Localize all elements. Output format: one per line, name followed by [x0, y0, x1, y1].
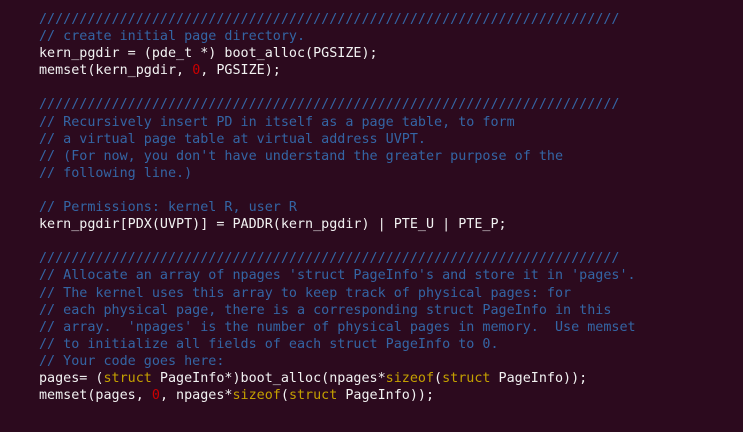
code-line[interactable]: // a virtual page table at virtual addre… — [39, 131, 743, 148]
comment-text: // The kernel uses this array to keep tr… — [39, 285, 572, 301]
keyword-text: struct — [288, 388, 338, 404]
comment-text: ////////////////////////////////////////… — [39, 97, 620, 113]
code-text: pages= ( — [39, 370, 104, 386]
code-line[interactable]: // Recursively insert PD in itself as a … — [39, 114, 743, 131]
code-line[interactable]: // create initial page directory. — [39, 28, 743, 45]
keyword-text: struct — [103, 370, 152, 386]
code-line[interactable] — [39, 182, 743, 199]
code-text: PageInfo)); — [337, 388, 435, 404]
code-line[interactable]: ////////////////////////////////////////… — [39, 250, 743, 267]
code-line[interactable]: // each physical page, there is a corres… — [39, 302, 743, 319]
code-text: PageInfo)); — [490, 370, 588, 386]
comment-text: // Allocate an array of npages 'struct P… — [39, 268, 636, 284]
code-text: kern_pgdir = (pde_t *) boot_alloc(PGSIZE… — [39, 46, 378, 62]
code-line[interactable]: kern_pgdir = (pde_t *) boot_alloc(PGSIZE… — [39, 45, 743, 62]
code-text: , npages* — [159, 388, 233, 404]
code-area[interactable]: ////////////////////////////////////////… — [39, 11, 743, 404]
number-literal: 0 — [151, 388, 160, 404]
code-line[interactable]: kern_pgdir[PDX(UVPT)] = PADDR(kern_pgdir… — [39, 216, 743, 233]
code-line[interactable]: // array. 'npages' is the number of phys… — [39, 319, 743, 336]
code-text: PageInfo*)boot_alloc(npages* — [151, 370, 386, 386]
code-text: , PGSIZE); — [200, 63, 281, 79]
code-line[interactable]: // Your code goes here: — [39, 353, 743, 370]
code-text: memset(kern_pgdir, — [39, 63, 193, 79]
code-line[interactable]: // Permissions: kernel R, user R — [39, 199, 743, 216]
keyword-text: sizeof — [385, 370, 435, 386]
comment-text: // (For now, you don't have understand t… — [39, 148, 564, 164]
comment-text: // array. 'npages' is the number of phys… — [39, 319, 636, 335]
code-line[interactable]: // Allocate an array of npages 'struct P… — [39, 267, 743, 284]
code-line[interactable]: memset(pages, 0, npages*sizeof(struct Pa… — [39, 387, 743, 404]
code-line[interactable]: // following line.) — [39, 165, 743, 182]
comment-text: // each physical page, there is a corres… — [39, 302, 612, 318]
comment-text: // to initialize all fields of each stru… — [39, 336, 499, 352]
code-line[interactable]: ////////////////////////////////////////… — [39, 11, 743, 28]
comment-text: // following line.) — [39, 165, 193, 181]
code-line[interactable]: // The kernel uses this array to keep tr… — [39, 285, 743, 302]
comment-text: ////////////////////////////////////////… — [39, 251, 620, 267]
code-line[interactable]: // (For now, you don't have understand t… — [39, 148, 743, 165]
code-text: ( — [280, 388, 289, 404]
comment-text: // Recursively insert PD in itself as a … — [39, 114, 515, 130]
code-line[interactable]: // to initialize all fields of each stru… — [39, 336, 743, 353]
comment-text: // a virtual page table at virtual addre… — [39, 131, 426, 147]
code-line[interactable]: ////////////////////////////////////////… — [39, 96, 743, 113]
keyword-text: sizeof — [232, 388, 281, 404]
code-line[interactable] — [39, 233, 743, 250]
code-line[interactable]: memset(kern_pgdir, 0, PGSIZE); — [39, 62, 743, 79]
comment-text: ////////////////////////////////////////… — [39, 12, 620, 27]
code-text: ( — [434, 370, 443, 386]
keyword-text: struct — [442, 370, 491, 386]
code-text: kern_pgdir[PDX(UVPT)] = PADDR(kern_pgdir… — [39, 217, 507, 233]
comment-text: // Permissions: kernel R, user R — [39, 200, 297, 216]
code-line[interactable] — [39, 79, 743, 96]
comment-text: // create initial page directory. — [39, 29, 306, 45]
code-editor[interactable]: ////////////////////////////////////////… — [0, 0, 743, 432]
comment-text: // Your code goes here: — [39, 353, 225, 369]
code-text: memset(pages, — [39, 388, 152, 404]
code-line[interactable]: pages= (struct PageInfo*)boot_alloc(npag… — [39, 370, 743, 387]
